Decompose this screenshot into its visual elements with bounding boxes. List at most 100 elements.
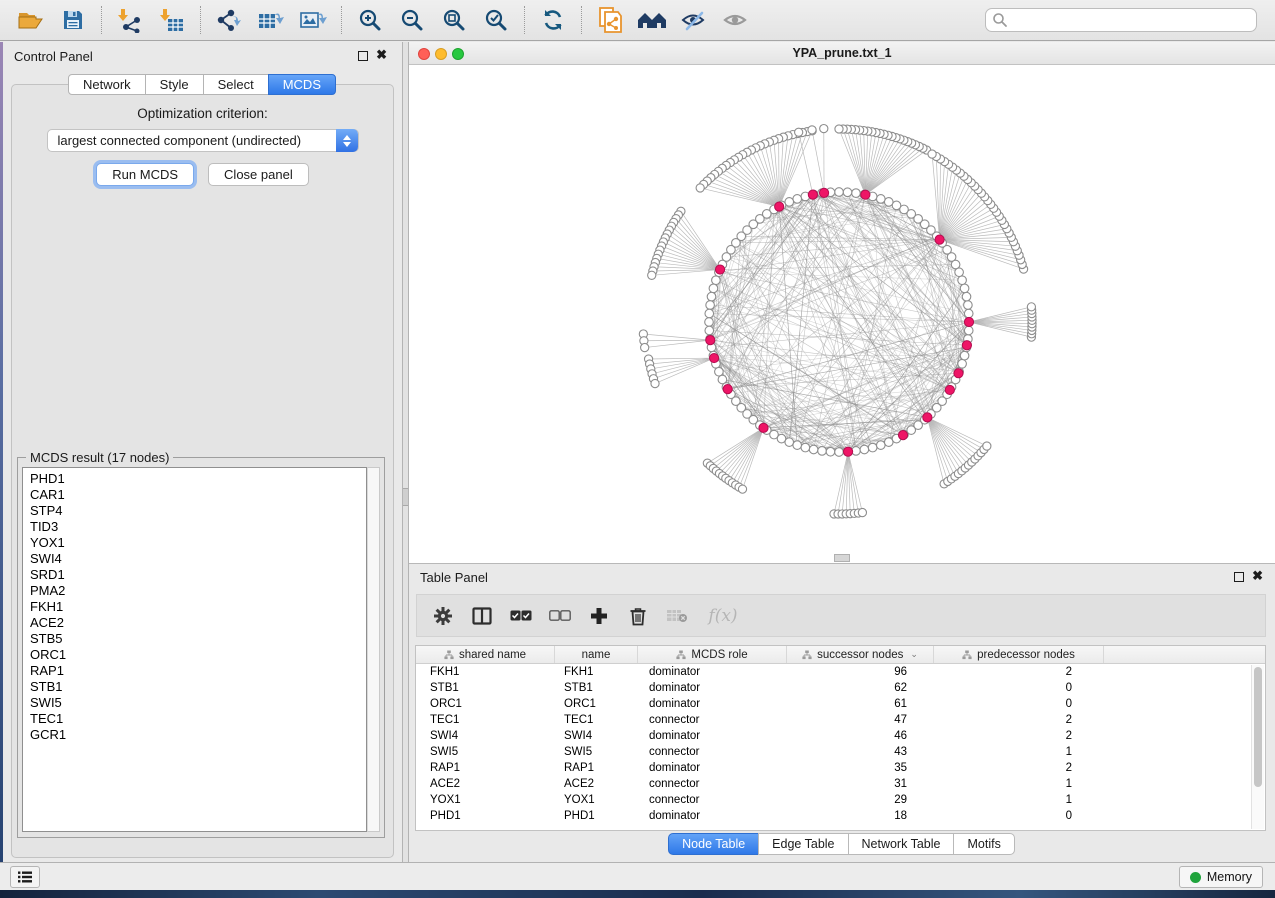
table-row[interactable]: YOX1YOX1connector291	[416, 792, 1265, 808]
show-all-button[interactable]	[715, 4, 757, 36]
mcds-node-item[interactable]: TID3	[30, 519, 366, 535]
table-scrollbar-thumb[interactable]	[1254, 667, 1262, 787]
graph-node[interactable]	[793, 441, 802, 450]
graph-hub-node[interactable]	[935, 235, 944, 244]
tab-node-table[interactable]: Node Table	[668, 833, 759, 855]
network-graph[interactable]	[409, 65, 1275, 563]
mcds-node-item[interactable]: STB5	[30, 631, 366, 647]
graph-hub-node[interactable]	[962, 341, 971, 350]
graph-node[interactable]	[964, 301, 973, 310]
table-row[interactable]: ACE2ACE2connector311	[416, 776, 1265, 792]
graph-hub-node[interactable]	[964, 317, 973, 326]
graph-hub-node[interactable]	[808, 190, 817, 199]
import-table-button[interactable]	[151, 4, 193, 36]
vertical-splitter[interactable]	[402, 42, 409, 862]
zoom-out-button[interactable]	[391, 4, 433, 36]
memory-button[interactable]: Memory	[1179, 866, 1263, 888]
graph-node[interactable]	[843, 188, 852, 197]
graph-node[interactable]	[712, 276, 721, 285]
zoom-fit-button[interactable]	[433, 4, 475, 36]
graph-hub-node[interactable]	[843, 447, 852, 456]
mcds-node-item[interactable]: SRD1	[30, 567, 366, 583]
mcds-node-item[interactable]: FKH1	[30, 599, 366, 615]
criterion-dropdown[interactable]: largest connected component (undirected)	[47, 129, 359, 152]
export-image-button[interactable]	[292, 4, 334, 36]
graph-node[interactable]	[809, 445, 818, 454]
graph-node[interactable]	[826, 447, 835, 456]
zoom-in-button[interactable]	[349, 4, 391, 36]
graph-hub-node[interactable]	[923, 413, 932, 422]
table-row[interactable]: SWI4SWI4dominator462	[416, 728, 1265, 744]
graph-node[interactable]	[876, 195, 885, 204]
close-table-panel-icon[interactable]: ✖	[1252, 568, 1263, 584]
graph-hub-node[interactable]	[715, 265, 724, 274]
mcds-node-item[interactable]: SWI5	[30, 695, 366, 711]
table-row[interactable]: STB1STB1dominator620	[416, 680, 1265, 696]
float-panel-icon[interactable]	[358, 51, 368, 61]
graph-node[interactable]	[964, 309, 973, 318]
zoom-selected-button[interactable]	[475, 4, 517, 36]
table-row[interactable]: SWI5SWI5connector431	[416, 744, 1265, 760]
graph-leaf-node[interactable]	[648, 271, 656, 279]
graph-leaf-node[interactable]	[928, 150, 936, 158]
create-column-button[interactable]	[586, 603, 612, 629]
table-row[interactable]: PHD1PHD1dominator180	[416, 808, 1265, 824]
graph-node[interactable]	[852, 189, 861, 198]
mcds-node-item[interactable]: STP4	[30, 503, 366, 519]
mcds-node-item[interactable]: YOX1	[30, 535, 366, 551]
graph-hub-node[interactable]	[709, 353, 718, 362]
first-neighbors-button[interactable]	[631, 4, 673, 36]
graph-node[interactable]	[960, 351, 969, 360]
mcds-node-item[interactable]: GCR1	[30, 727, 366, 743]
table-row[interactable]: FKH1FKH1dominator962	[416, 664, 1265, 680]
tab-network-table[interactable]: Network Table	[848, 833, 955, 855]
graph-leaf-node[interactable]	[738, 485, 746, 493]
graph-node[interactable]	[860, 445, 869, 454]
close-panel-button[interactable]: Close panel	[208, 163, 309, 186]
graph-node[interactable]	[793, 195, 802, 204]
network-canvas[interactable]	[409, 65, 1275, 563]
graph-hub-node[interactable]	[954, 369, 963, 378]
graph-hub-node[interactable]	[775, 202, 784, 211]
graph-leaf-node[interactable]	[641, 343, 649, 351]
column-header[interactable]: predecessor nodes	[934, 646, 1104, 663]
mcds-node-item[interactable]: PMA2	[30, 583, 366, 599]
table-row[interactable]: TEC1TEC1connector472	[416, 712, 1265, 728]
graph-leaf-node[interactable]	[1027, 303, 1035, 311]
graph-hub-node[interactable]	[898, 431, 907, 440]
tab-style[interactable]: Style	[145, 74, 204, 95]
import-network-button[interactable]	[109, 4, 151, 36]
mcds-node-item[interactable]: RAP1	[30, 663, 366, 679]
graph-node[interactable]	[960, 284, 969, 293]
graph-node[interactable]	[707, 292, 716, 301]
select-all-columns-button[interactable]	[508, 603, 534, 629]
tab-mcds[interactable]: MCDS	[268, 74, 336, 95]
hide-selected-button[interactable]	[673, 4, 715, 36]
tab-motifs[interactable]: Motifs	[953, 833, 1014, 855]
open-file-button[interactable]	[10, 4, 52, 36]
graph-node[interactable]	[964, 326, 973, 335]
graph-hub-node[interactable]	[706, 335, 715, 344]
graph-node[interactable]	[962, 292, 971, 301]
graph-node[interactable]	[801, 443, 810, 452]
graph-node[interactable]	[876, 441, 885, 450]
tab-edge-table[interactable]: Edge Table	[758, 833, 848, 855]
graph-leaf-node[interactable]	[808, 126, 816, 134]
export-network-button[interactable]	[208, 4, 250, 36]
graph-hub-node[interactable]	[945, 385, 954, 394]
mcds-node-item[interactable]: TEC1	[30, 711, 366, 727]
graph-node[interactable]	[709, 284, 718, 293]
graph-node[interactable]	[705, 326, 714, 335]
graph-hub-node[interactable]	[723, 385, 732, 394]
graph-hub-node[interactable]	[861, 190, 870, 199]
unselect-all-columns-button[interactable]	[547, 603, 573, 629]
tab-network[interactable]: Network	[68, 74, 146, 95]
duplicate-network-button[interactable]	[589, 4, 631, 36]
column-header[interactable]: name	[555, 646, 638, 663]
refresh-button[interactable]	[532, 4, 574, 36]
graph-node[interactable]	[705, 309, 714, 318]
graph-node[interactable]	[705, 318, 714, 327]
mcds-node-item[interactable]: STB1	[30, 679, 366, 695]
float-table-panel-icon[interactable]	[1234, 572, 1244, 582]
close-panel-icon[interactable]: ✖	[376, 47, 387, 63]
